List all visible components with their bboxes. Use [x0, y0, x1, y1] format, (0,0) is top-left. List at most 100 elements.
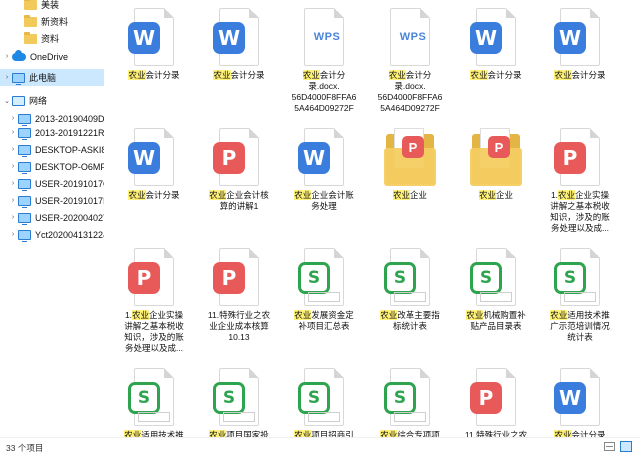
- sidebar-item-2[interactable]: 资料: [0, 30, 104, 47]
- word-document-icon: W: [298, 128, 350, 188]
- file-item[interactable]: P 11.特殊行业之农: [458, 360, 534, 437]
- file-item[interactable]: S 农业综合专项项: [372, 360, 448, 437]
- file-name-line: 农业会计分: [302, 70, 346, 80]
- file-name-line: 农业适用技术推: [116, 430, 192, 437]
- file-item[interactable]: S 农业项目招商引: [286, 360, 362, 437]
- chevron-icon[interactable]: ›: [8, 129, 18, 136]
- file-item[interactable]: WPS 农业会计分 录.docx. 56D4000F8FFA6 5A464D09272F: [286, 0, 362, 116]
- search-highlight: 农业: [124, 430, 142, 437]
- computer-icon: [18, 229, 31, 242]
- file-item[interactable]: S 农业机械购置补 贴产品目录表: [458, 240, 534, 356]
- file-item[interactable]: WPS 农业会计分 录.docx. 56D4000F8FFA6 5A464D09272F: [372, 0, 448, 116]
- sidebar-item-0[interactable]: 美装: [0, 0, 104, 13]
- file-name-line: 1.农业企业实操: [550, 190, 610, 200]
- file-item[interactable]: W 农业会计分录: [201, 0, 277, 116]
- file-name-line: 标统计表: [392, 321, 427, 331]
- sidebar-item-label: Yct202004131224: [35, 229, 104, 240]
- file-item[interactable]: W 农业会计分录: [116, 0, 192, 116]
- sidebar-item-5[interactable]: ⌄ 网络: [0, 92, 104, 109]
- file-item[interactable]: W 农业会计分录: [542, 360, 618, 437]
- pdf-document-icon: P: [213, 248, 265, 308]
- chevron-icon[interactable]: ›: [8, 115, 18, 122]
- file-name-line: 农业项目国家投: [201, 430, 277, 437]
- file-item[interactable]: S 农业项目国家投: [201, 360, 277, 437]
- search-highlight: 农业: [388, 70, 406, 80]
- chevron-icon[interactable]: ›: [2, 53, 12, 60]
- sidebar-item-1[interactable]: 新资料: [0, 13, 104, 30]
- file-name-line: 贴产品目录表: [470, 321, 522, 331]
- chevron-icon[interactable]: ›: [2, 74, 12, 81]
- sidebar-item-3[interactable]: › OneDrive: [0, 48, 104, 65]
- chevron-icon[interactable]: ›: [8, 180, 18, 187]
- search-highlight: 农业: [466, 310, 484, 320]
- file-name-line: 农业会计分: [388, 70, 432, 80]
- file-item[interactable]: P 1.农业企业实操 讲解之基本税收 知识，涉及的账 务处理以及成...: [116, 240, 192, 356]
- sidebar-item-10[interactable]: › USER-20191017GI: [0, 175, 104, 192]
- file-name-line: 农业会计分录: [470, 70, 522, 80]
- computer-icon: [18, 178, 31, 191]
- sidebar-item-11[interactable]: › USER-20191017IC: [0, 192, 104, 209]
- file-item[interactable]: S 农业适用技术推 广示范培训情况 统计表: [542, 240, 618, 356]
- file-name: 农业企业会计账 务处理: [286, 190, 362, 212]
- file-name-line: 农业综合专项项: [372, 430, 448, 437]
- sidebar-item-label: 2013-20190409DV: [35, 113, 104, 124]
- large-icons-view-icon[interactable]: [620, 441, 632, 452]
- search-highlight: 农业: [294, 430, 312, 437]
- file-list[interactable]: W 农业会计分录 W 农业会计分录 WPS 农业会计分 录.docx. 56D4000F8FF…: [104, 0, 640, 437]
- sidebar-item-7[interactable]: › 2013-20191221RW: [0, 124, 104, 141]
- chevron-icon[interactable]: ›: [8, 214, 18, 221]
- navigation-pane[interactable]: 美装 新资料 资料 › OneDrive › 此电脑 ⌄ 网络 › 2013-20190409DV ›…: [0, 0, 104, 437]
- sidebar-item-12[interactable]: › USER-20200402YF: [0, 209, 104, 226]
- file-item[interactable]: P 农业企业会计核 算的讲解1: [201, 120, 277, 236]
- file-item[interactable]: S 农业发展资金定 补项目汇总表: [286, 240, 362, 356]
- file-item[interactable]: W 农业会计分录: [458, 0, 534, 116]
- file-item[interactable]: P 农业企业: [458, 120, 534, 236]
- file-name-line: 农业企业会计核: [209, 190, 269, 200]
- file-name-line: 知识，涉及的账: [124, 332, 184, 342]
- sidebar-item-8[interactable]: › DESKTOP-ASKI88I: [0, 141, 104, 158]
- file-item[interactable]: S 农业适用技术推: [116, 360, 192, 437]
- spreadsheet-icon: S: [384, 248, 436, 308]
- file-name-line: 业企业成本核算: [209, 321, 269, 331]
- folder-icon: P: [384, 128, 436, 188]
- chevron-icon[interactable]: ›: [8, 231, 18, 238]
- search-highlight: 农业: [302, 70, 320, 80]
- file-name-line: 录.docx.: [394, 81, 426, 91]
- file-item[interactable]: W 农业会计分录: [542, 0, 618, 116]
- item-count: 33 个项目: [6, 443, 44, 453]
- computer-icon: [18, 113, 31, 126]
- sidebar-item-9[interactable]: › DESKTOP-O6MPB: [0, 158, 104, 175]
- file-name: 农业改革主要指 标统计表: [372, 310, 448, 332]
- file-item[interactable]: W 农业会计分录: [116, 120, 192, 236]
- file-name-line: 农业企业: [478, 190, 514, 200]
- computer-icon: [12, 72, 25, 85]
- chevron-icon[interactable]: ›: [8, 146, 18, 153]
- file-name-line: 农业机械购置补: [466, 310, 526, 320]
- chevron-icon[interactable]: ›: [8, 163, 18, 170]
- file-item[interactable]: S 农业改革主要指 标统计表: [372, 240, 448, 356]
- search-highlight: 农业: [392, 190, 410, 200]
- sidebar-item-label: 新资料: [41, 17, 69, 27]
- file-name: 农业会计分 录.docx. 56D4000F8FFA6 5A464D09272F: [372, 70, 448, 114]
- file-name-line: 农业发展资金定: [294, 310, 354, 320]
- sidebar-item-label: 美装: [41, 0, 60, 10]
- file-name-line: 务处理: [311, 201, 337, 211]
- file-item[interactable]: P 1.农业企业实操 讲解之基本税收 知识，涉及的账 务处理以及成...: [542, 120, 618, 236]
- file-item[interactable]: P 农业企业: [372, 120, 448, 236]
- sidebar-item-13[interactable]: › Yct202004131224: [0, 226, 104, 243]
- file-name-line: 农业会计分录: [554, 70, 606, 80]
- file-item[interactable]: W 农业企业会计账 务处理: [286, 120, 362, 236]
- chevron-icon[interactable]: ›: [8, 197, 18, 204]
- wps-document-icon: WPS: [384, 8, 436, 68]
- search-highlight: 农业: [294, 310, 312, 320]
- search-highlight: 农业: [128, 70, 146, 80]
- sidebar-item-4[interactable]: › 此电脑: [0, 69, 104, 86]
- file-name: 农业项目招商引: [286, 430, 362, 437]
- pdf-document-icon: P: [554, 128, 606, 188]
- chevron-icon[interactable]: ⌄: [2, 97, 12, 105]
- file-name-line: 务处理以及成...: [550, 223, 610, 233]
- sidebar-item-label: OneDrive: [30, 51, 69, 62]
- file-item[interactable]: P 11.特殊行业之农 业企业成本核算 10.13: [201, 240, 277, 356]
- search-highlight: 农业: [132, 310, 150, 320]
- details-view-icon[interactable]: [604, 442, 615, 451]
